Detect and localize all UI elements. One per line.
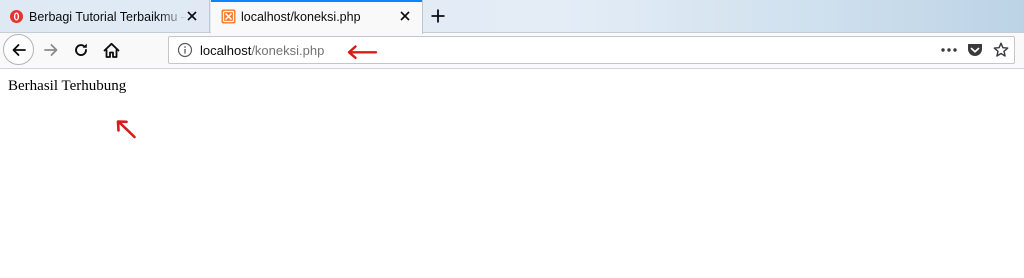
plus-icon <box>431 9 445 23</box>
more-dots-icon[interactable] <box>936 37 962 63</box>
star-icon[interactable] <box>988 37 1014 63</box>
close-tab-icon[interactable] <box>184 8 200 24</box>
back-button[interactable] <box>3 34 34 65</box>
new-tab-button[interactable] <box>428 6 448 26</box>
page-body-text: Berhasil Terhubung <box>8 78 127 94</box>
url-host: localhost <box>200 43 252 58</box>
tab-title: localhost/koneksi.php <box>241 10 361 24</box>
annotation-arrow-up-left-icon <box>116 120 136 139</box>
tab-title: Berbagi Tutorial Terbaikmu – In <box>29 9 187 24</box>
pocket-icon[interactable] <box>962 37 988 63</box>
opera-red-circle-icon <box>9 9 24 24</box>
reload-button[interactable] <box>68 37 94 63</box>
tab-strip: Berbagi Tutorial Terbaikmu – In localhos… <box>0 0 1024 34</box>
url-text[interactable]: localhost/koneksi.php <box>200 43 324 58</box>
close-tab-icon[interactable] <box>397 8 413 24</box>
annotation-arrow-left-icon <box>347 45 378 59</box>
tab-localhost-koneksi[interactable]: localhost/koneksi.php <box>211 0 423 34</box>
back-arrow-icon <box>12 43 26 56</box>
home-button[interactable] <box>98 37 124 63</box>
forward-button[interactable] <box>38 37 64 63</box>
forward-arrow-icon <box>44 44 58 56</box>
home-icon <box>103 42 119 58</box>
url-path: /koneksi.php <box>251 43 325 58</box>
tab-berbagi-tutorial[interactable]: Berbagi Tutorial Terbaikmu – In <box>0 0 210 33</box>
info-icon[interactable] <box>177 42 193 58</box>
xampp-orange-icon <box>221 9 236 24</box>
navigation-toolbar: localhost/koneksi.php <box>0 33 1024 69</box>
address-bar[interactable]: localhost/koneksi.php <box>168 36 1015 64</box>
reload-icon <box>75 43 87 56</box>
